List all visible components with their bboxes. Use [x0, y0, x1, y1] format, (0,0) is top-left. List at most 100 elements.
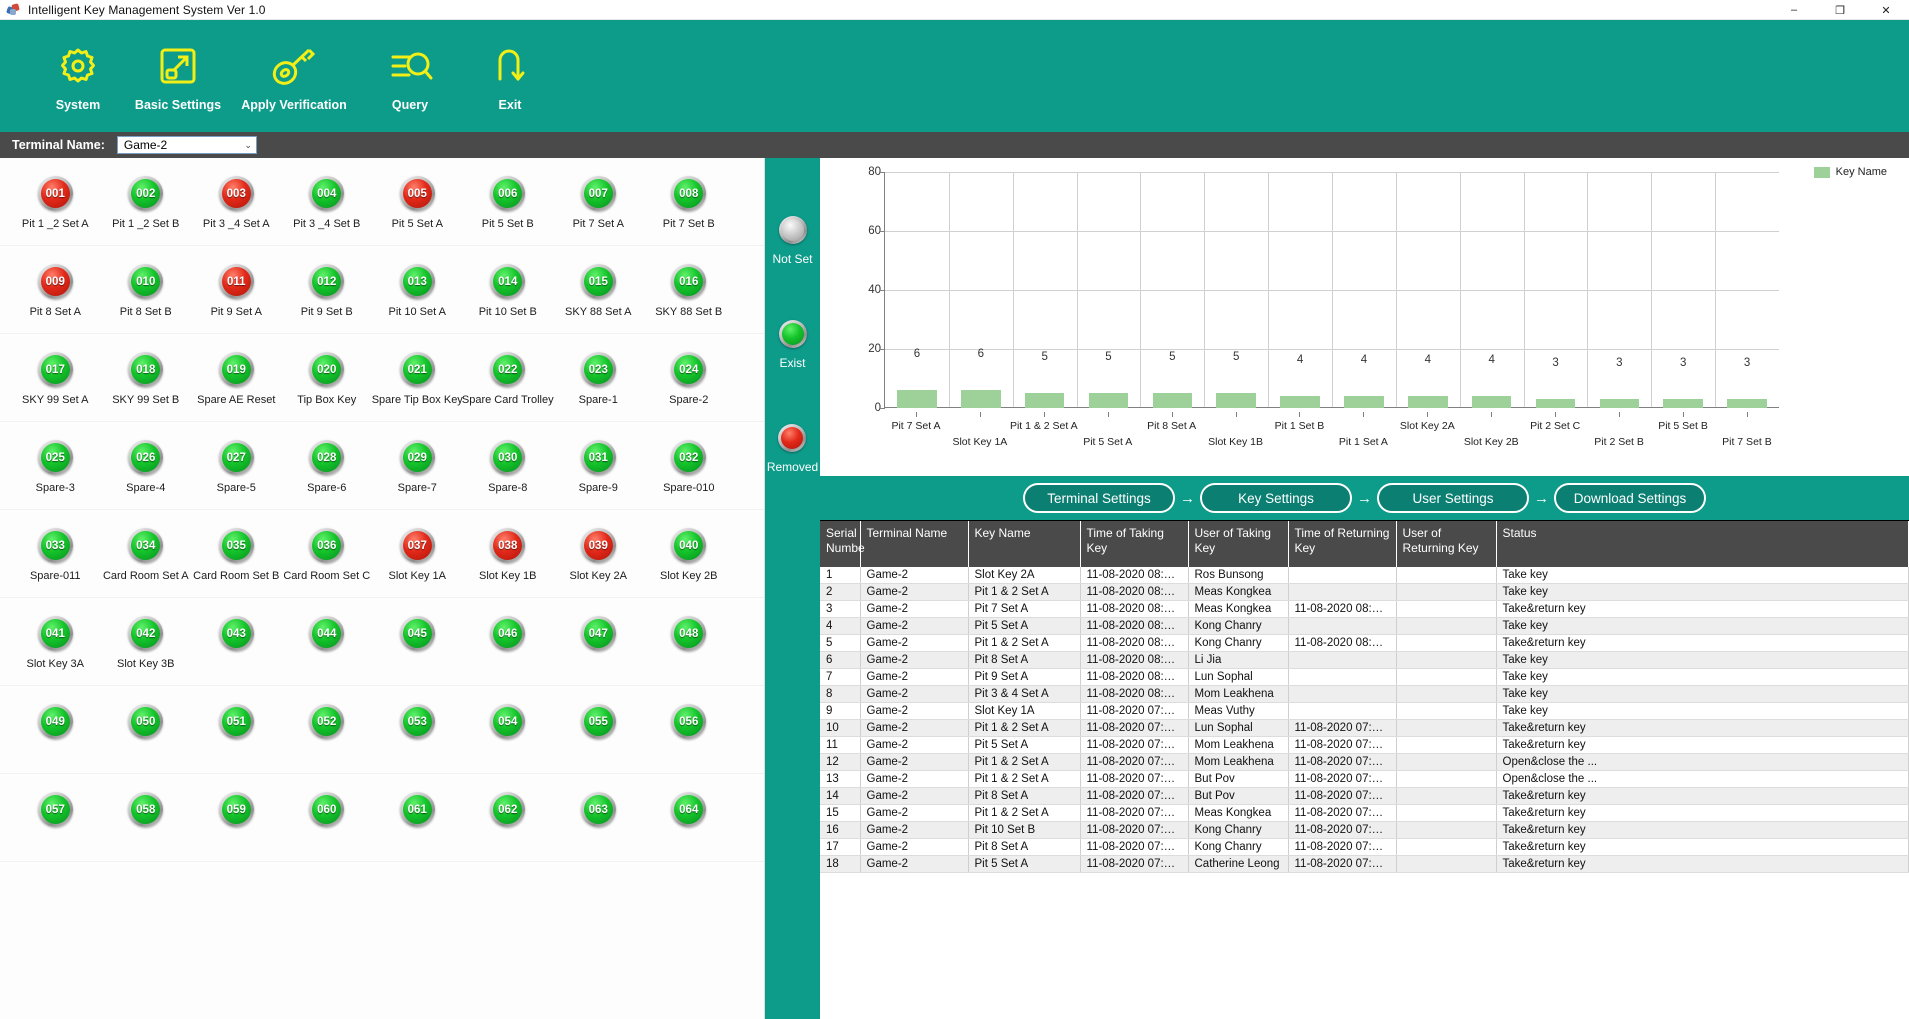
key-slot-062[interactable]: 062 [463, 774, 554, 862]
table-row[interactable]: 14Game-2Pit 8 Set A11-08-2020 07:45...Bu… [820, 788, 1909, 805]
table-row[interactable]: 16Game-2Pit 10 Set B11-08-2020 07:44...K… [820, 822, 1909, 839]
key-slot-054[interactable]: 054 [463, 686, 554, 774]
key-slot-048[interactable]: 048 [644, 598, 735, 686]
key-slot-043[interactable]: 043 [191, 598, 282, 686]
key-slot-009[interactable]: 009Pit 8 Set A [10, 246, 101, 334]
key-slot-040[interactable]: 040Slot Key 2B [644, 510, 735, 598]
key-slot-004[interactable]: 004Pit 3 _4 Set B [282, 158, 373, 246]
key-slot-027[interactable]: 027Spare-5 [191, 422, 282, 510]
nav-button-key-settings[interactable]: Key Settings [1200, 483, 1352, 513]
table-row[interactable]: 1Game-2Slot Key 2A11-08-2020 08:51...Ros… [820, 567, 1909, 584]
key-slot-038[interactable]: 038Slot Key 1B [463, 510, 554, 598]
key-slot-037[interactable]: 037Slot Key 1A [372, 510, 463, 598]
key-slot-007[interactable]: 007Pit 7 Set A [553, 158, 644, 246]
key-slot-035[interactable]: 035Card Room Set B [191, 510, 282, 598]
key-slot-050[interactable]: 050 [101, 686, 192, 774]
key-slot-036[interactable]: 036Card Room Set C [282, 510, 373, 598]
key-slot-011[interactable]: 011Pit 9 Set A [191, 246, 282, 334]
key-slot-056[interactable]: 056 [644, 686, 735, 774]
key-slot-015[interactable]: 015SKY 88 Set A [553, 246, 644, 334]
table-column-header[interactable]: Key Name [968, 521, 1080, 567]
key-slot-059[interactable]: 059 [191, 774, 282, 862]
key-slot-047[interactable]: 047 [553, 598, 644, 686]
table-column-header[interactable]: Time of Returning Key [1288, 521, 1396, 567]
key-slot-024[interactable]: 024Spare-2 [644, 334, 735, 422]
key-slot-016[interactable]: 016SKY 88 Set B [644, 246, 735, 334]
minimize-button[interactable]: – [1771, 0, 1817, 20]
table-row[interactable]: 12Game-2Pit 1 & 2 Set A11-08-2020 07:47.… [820, 754, 1909, 771]
toolbar-item-apply-verification[interactable]: Apply Verification [228, 20, 360, 112]
toolbar-item-basic-settings[interactable]: Basic Settings [128, 20, 228, 112]
key-slot-010[interactable]: 010Pit 8 Set B [101, 246, 192, 334]
key-slot-063[interactable]: 063 [553, 774, 644, 862]
key-slot-033[interactable]: 033Spare-011 [10, 510, 101, 598]
table-row[interactable]: 10Game-2Pit 1 & 2 Set A11-08-2020 07:48.… [820, 720, 1909, 737]
key-slot-005[interactable]: 005Pit 5 Set A [372, 158, 463, 246]
table-column-header[interactable]: Status [1496, 521, 1909, 567]
table-row[interactable]: 7Game-2Pit 9 Set A11-08-2020 08:02...Lun… [820, 669, 1909, 686]
key-slot-002[interactable]: 002Pit 1 _2 Set B [101, 158, 192, 246]
nav-button-terminal-settings[interactable]: Terminal Settings [1023, 483, 1175, 513]
table-row[interactable]: 13Game-2Pit 1 & 2 Set A11-08-2020 07:46.… [820, 771, 1909, 788]
key-slot-058[interactable]: 058 [101, 774, 192, 862]
table-row[interactable]: 9Game-2Slot Key 1A11-08-2020 07:54...Mea… [820, 703, 1909, 720]
key-slot-030[interactable]: 030Spare-8 [463, 422, 554, 510]
key-slot-042[interactable]: 042Slot Key 3B [101, 598, 192, 686]
key-slot-025[interactable]: 025Spare-3 [10, 422, 101, 510]
table-row[interactable]: 3Game-2Pit 7 Set A11-08-2020 08:05...Mea… [820, 601, 1909, 618]
key-slot-021[interactable]: 021Spare Tip Box Key [372, 334, 463, 422]
table-row[interactable]: 17Game-2Pit 8 Set A11-08-2020 07:43...Ko… [820, 839, 1909, 856]
key-slot-001[interactable]: 001Pit 1 _2 Set A [10, 158, 101, 246]
key-slot-026[interactable]: 026Spare-4 [101, 422, 192, 510]
toolbar-item-exit[interactable]: Exit [460, 20, 560, 112]
key-slot-044[interactable]: 044 [282, 598, 373, 686]
table-column-header[interactable]: User of Taking Key [1188, 521, 1288, 567]
key-slot-022[interactable]: 022Spare Card Trolley [463, 334, 554, 422]
key-slot-006[interactable]: 006Pit 5 Set B [463, 158, 554, 246]
table-row[interactable]: 11Game-2Pit 5 Set A11-08-2020 07:47...Mo… [820, 737, 1909, 754]
toolbar-item-system[interactable]: System [28, 20, 128, 112]
key-slot-019[interactable]: 019Spare AE Reset [191, 334, 282, 422]
table-column-header[interactable]: Serial Numbe [820, 521, 860, 567]
table-column-header[interactable]: Time of Taking Key [1080, 521, 1188, 567]
toolbar-item-query[interactable]: Query [360, 20, 460, 112]
key-slot-041[interactable]: 041Slot Key 3A [10, 598, 101, 686]
key-slot-032[interactable]: 032Spare-010 [644, 422, 735, 510]
table-row[interactable]: 18Game-2Pit 5 Set A11-08-2020 07:42...Ca… [820, 856, 1909, 873]
key-slot-057[interactable]: 057 [10, 774, 101, 862]
table-column-header[interactable]: Terminal Name [860, 521, 968, 567]
table-row[interactable]: 8Game-2Pit 3 & 4 Set A11-08-2020 08:01..… [820, 686, 1909, 703]
key-slot-020[interactable]: 020Tip Box Key [282, 334, 373, 422]
key-slot-052[interactable]: 052 [282, 686, 373, 774]
key-slot-049[interactable]: 049 [10, 686, 101, 774]
key-slot-023[interactable]: 023Spare-1 [553, 334, 644, 422]
key-slot-061[interactable]: 061 [372, 774, 463, 862]
key-slot-060[interactable]: 060 [282, 774, 373, 862]
key-slot-018[interactable]: 018SKY 99 Set B [101, 334, 192, 422]
key-slot-051[interactable]: 051 [191, 686, 282, 774]
key-slot-028[interactable]: 028Spare-6 [282, 422, 373, 510]
key-slot-046[interactable]: 046 [463, 598, 554, 686]
table-row[interactable]: 15Game-2Pit 1 & 2 Set A11-08-2020 07:44.… [820, 805, 1909, 822]
key-slot-031[interactable]: 031Spare-9 [553, 422, 644, 510]
maximize-button[interactable]: ❐ [1817, 0, 1863, 20]
key-slot-013[interactable]: 013Pit 10 Set A [372, 246, 463, 334]
table-row[interactable]: 2Game-2Pit 1 & 2 Set A11-08-2020 08:07..… [820, 584, 1909, 601]
key-slot-014[interactable]: 014Pit 10 Set B [463, 246, 554, 334]
key-slot-008[interactable]: 008Pit 7 Set B [644, 158, 735, 246]
key-slot-039[interactable]: 039Slot Key 2A [553, 510, 644, 598]
table-row[interactable]: 4Game-2Pit 5 Set A11-08-2020 08:04...Kon… [820, 618, 1909, 635]
nav-button-user-settings[interactable]: User Settings [1377, 483, 1529, 513]
key-slot-029[interactable]: 029Spare-7 [372, 422, 463, 510]
key-slot-034[interactable]: 034Card Room Set A [101, 510, 192, 598]
key-slot-017[interactable]: 017SKY 99 Set A [10, 334, 101, 422]
table-row[interactable]: 6Game-2Pit 8 Set A11-08-2020 08:03...Li … [820, 652, 1909, 669]
key-slot-064[interactable]: 064 [644, 774, 735, 862]
table-row[interactable]: 5Game-2Pit 1 & 2 Set A11-08-2020 08:04..… [820, 635, 1909, 652]
key-slot-012[interactable]: 012Pit 9 Set B [282, 246, 373, 334]
terminal-name-dropdown[interactable]: Game-2 ⌄ [117, 136, 257, 154]
key-slot-045[interactable]: 045 [372, 598, 463, 686]
nav-button-download-settings[interactable]: Download Settings [1554, 483, 1706, 513]
key-slot-003[interactable]: 003Pit 3 _4 Set A [191, 158, 282, 246]
close-button[interactable]: ✕ [1863, 0, 1909, 20]
